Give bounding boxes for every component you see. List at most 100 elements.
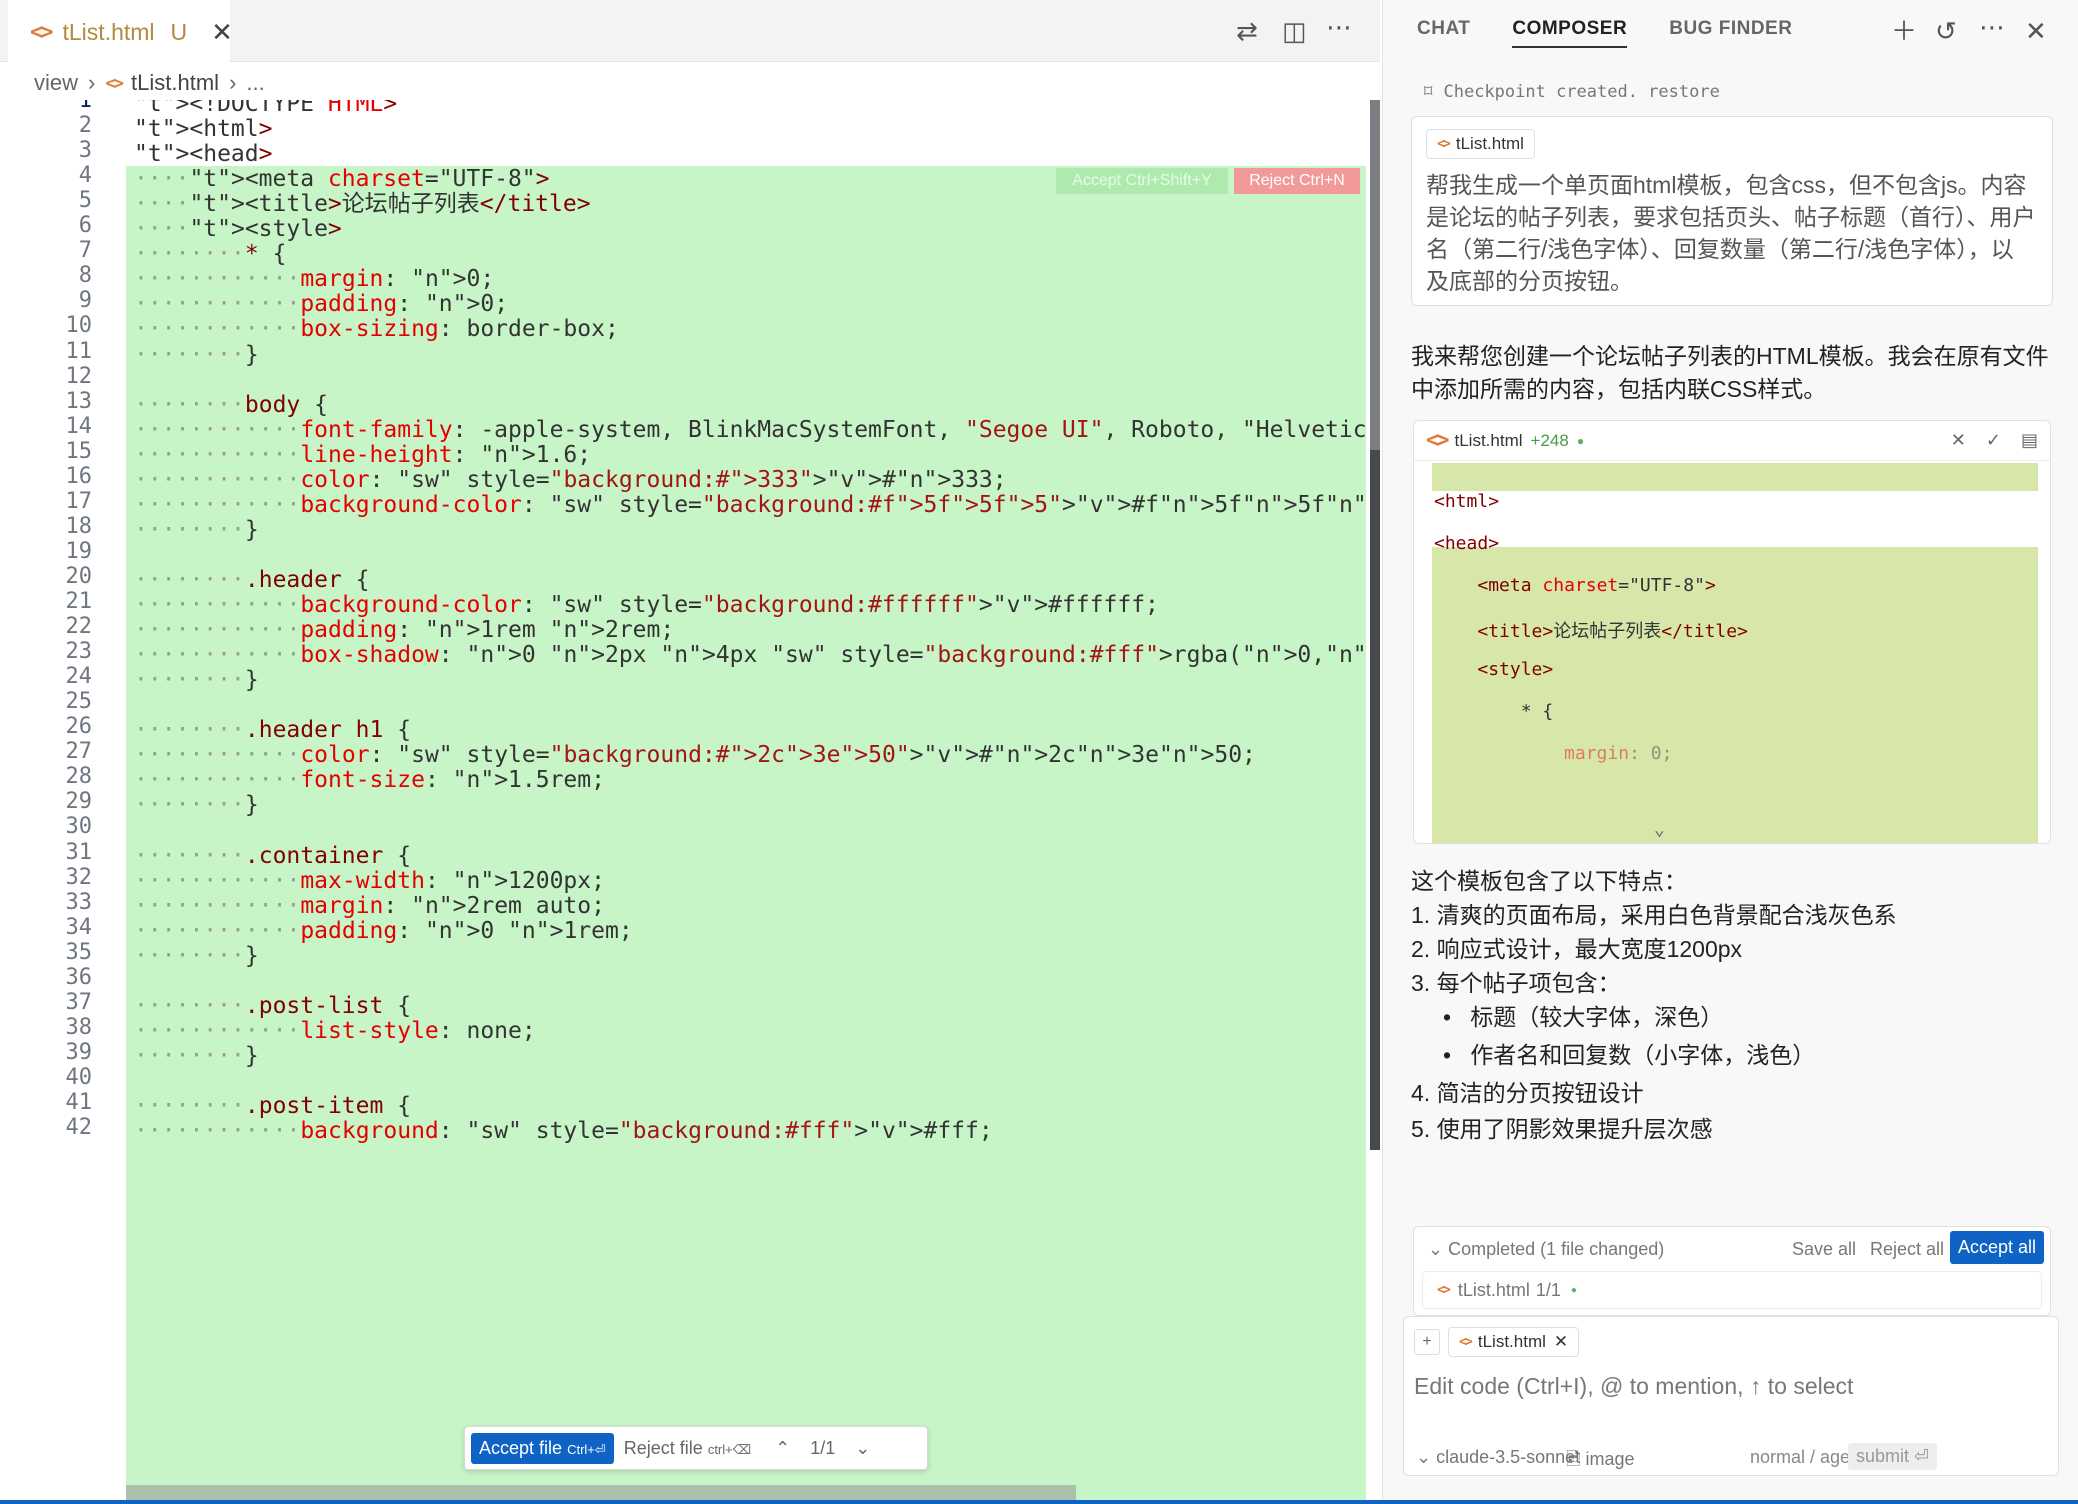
line-number: 15 [65,438,93,464]
composer-input[interactable]: + <> tList.html ✕ Edit code (Ctrl+I), @ to… [1403,1316,2059,1476]
open-in-editor-icon[interactable]: ▤ [2021,430,2038,451]
diff-body: <html> <head> <meta charset="UTF-8"> <tit… [1432,463,2038,843]
more-icon[interactable]: ⋯ [1979,14,2005,40]
diff-filename[interactable]: tList.html [1455,431,1523,451]
feature-title: 这个模板包含了以下特点： [1411,868,1687,894]
editor-tab-bar: <> tList.html U ✕ ⇄ ◫ ⋯ [0,0,1380,62]
close-icon[interactable]: ✕ [1554,1332,1568,1352]
line-number: 7 [78,238,92,264]
close-icon[interactable]: ✕ [2025,18,2047,44]
reject-all-button[interactable]: Reject all [1870,1239,1944,1260]
user-message: <> tList.html 帮我生成一个单页面html模板，包含css，但不包含j… [1411,116,2053,306]
line-number: 39 [65,1039,93,1065]
compare-changes-icon[interactable]: ⇄ [1236,18,1258,44]
diff-line: <meta charset="UTF-8"> [1477,575,1716,596]
line-number: 40 [65,1064,93,1090]
code-line[interactable]: ············box-shadow: "n">0 "n">2px "n… [134,639,1366,672]
bookmark-icon: ⌑ [1423,82,1444,102]
history-icon[interactable]: ↺ [1935,18,1957,44]
code-line[interactable]: ········} [134,789,259,822]
diff-header: <> tList.html +248 ● ✕ ✓ ▤ [1414,421,2050,461]
line-number: 33 [65,889,93,915]
accept-change-button[interactable]: Accept Ctrl+Shift+Y [1056,168,1228,194]
line-number: 18 [65,513,93,539]
model-selector[interactable]: ⌄ claude-3.5-sonnet [1416,1447,1580,1468]
file-chip[interactable]: <> tList.html [1426,129,1535,159]
check-icon[interactable]: ✓ [1986,430,2001,451]
scrollbar-thumb[interactable] [1370,100,1380,450]
chevron-down-icon[interactable]: ⌄ [855,1438,870,1459]
html-file-icon: <> [1437,136,1451,152]
code-line[interactable]: ············background: "sw" style="back… [134,1115,993,1148]
code-content[interactable]: "t"><!DOCTYPE HTML> "t"><html> "t"><head> ·… [126,100,1366,1504]
breadcrumb-file[interactable]: tList.html [131,70,219,96]
chevron-right-icon: › [88,70,96,95]
changed-file-row[interactable]: <> tList.html 1/1 ● [1422,1271,2042,1309]
close-icon[interactable]: ✕ [211,17,233,48]
html-file-icon: <> [1437,1282,1451,1298]
line-number: 12 [65,363,93,389]
input-placeholder[interactable]: Edit code (Ctrl+I), @ to mention, ↑ to s… [1414,1373,1853,1400]
code-line[interactable]: ········} [134,514,259,547]
code-line[interactable]: ············background-color: "sw" style… [134,489,1366,522]
file-chip[interactable]: <> tList.html ✕ [1448,1327,1580,1357]
accept-file-button[interactable]: Accept file Ctrl+⏎ [471,1432,614,1464]
html-file-icon: <> [1459,1334,1473,1350]
line-number: 24 [65,664,93,690]
save-all-button[interactable]: Save all [1792,1239,1856,1260]
line-number: 28 [65,764,93,790]
html-file-icon: <> [30,19,53,45]
diff-line: <style> [1477,659,1554,680]
ai-panel: CHAT COMPOSER BUG FINDER ＋ ↺ ⋯ ✕ ⌑ Check… [1382,0,2078,1504]
line-number: 16 [65,463,93,489]
code-line[interactable]: ········} [134,339,259,372]
breadcrumb-more[interactable]: ... [246,70,264,96]
image-button[interactable]: 🖻 image [1566,1447,1635,1477]
status-dot-icon: ● [1576,433,1585,448]
tab-status: U [170,18,188,45]
reject-file-button[interactable]: Reject file ctrl+⌫ [624,1438,751,1459]
chevron-up-icon[interactable]: ⌃ [775,1438,790,1459]
list-item: 1. 清爽的页面布局，采用白色背景配合浅灰色系 [1411,902,1897,928]
line-number: 41 [65,1090,93,1115]
line-number: 34 [65,914,93,940]
line-number: 17 [65,488,93,514]
more-actions-icon[interactable]: ⋯ [1326,14,1352,40]
panel-tabs: CHAT COMPOSER BUG FINDER [1417,18,1792,48]
code-line[interactable]: ········} [134,940,259,973]
tab-chat[interactable]: CHAT [1417,18,1470,48]
chevron-down-icon[interactable]: ⌄ [1654,819,1665,840]
breadcrumb-folder[interactable]: view [34,70,78,96]
submit-button[interactable]: submit ⏎ [1848,1443,1938,1470]
tab-tlist-html[interactable]: <> tList.html U ✕ [8,0,233,62]
html-file-icon: <> [105,72,124,94]
accept-all-button[interactable]: Accept all [1950,1231,2045,1264]
line-number: 20 [65,563,93,589]
add-context-button[interactable]: + [1414,1329,1440,1355]
line-number-gutter: 1 2 3 4 5 6 7 8 9 10 11 12 13 14 15 16 17 18 19 20 21 22 23 24 2… [8,100,126,1504]
diff-line: <title>论坛帖子列表</title> [1477,621,1748,642]
plus-icon[interactable]: ＋ [1891,18,1917,44]
line-number: 8 [78,263,92,289]
diff-line: <head> [1434,533,1500,554]
line-number: 27 [65,739,93,765]
html-file-icon: <> [1426,428,1449,453]
line-number: 26 [65,714,93,740]
tab-bug-finder[interactable]: BUG FINDER [1669,18,1792,48]
code-line[interactable]: ········} [134,664,259,697]
close-icon[interactable]: ✕ [1951,430,1966,451]
line-number: 10 [65,313,93,339]
tab-composer[interactable]: COMPOSER [1512,18,1628,48]
split-editor-icon[interactable]: ◫ [1282,18,1307,44]
list-item: 4. 简洁的分页按钮设计 [1411,1080,1644,1106]
code-line[interactable]: ········} [134,1040,259,1073]
line-number: 2 [78,113,92,139]
code-editor[interactable]: 1 2 3 4 5 6 7 8 9 10 11 12 13 14 15 16 17 18 19 20 21 22 23 24 2… [8,100,1380,1504]
list-item: 3. 每个帖子项包含： [1411,970,1621,996]
checkpoint-notice[interactable]: ⌑ Checkpoint created. restore [1423,82,1720,102]
list-item: • 作者名和回复数（小字体，浅色） [1443,1042,1816,1068]
changed-file-name: tList.html [1457,1279,1530,1300]
line-number: 9 [78,288,92,314]
reject-change-button[interactable]: Reject Ctrl+N [1234,168,1360,194]
completed-label[interactable]: ⌄ Completed (1 file changed) [1428,1239,1664,1260]
